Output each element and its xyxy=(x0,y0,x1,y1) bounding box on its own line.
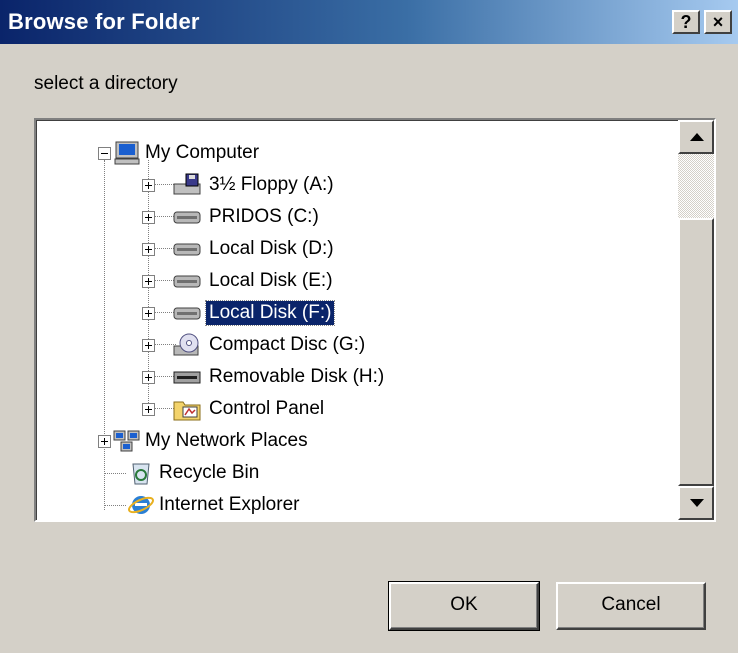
title-bar[interactable]: Browse for Folder ? × xyxy=(0,0,738,44)
tree-item-label: Removable Disk (H:) xyxy=(209,366,385,387)
expand-toggle[interactable] xyxy=(98,435,111,448)
hard-drive-icon xyxy=(173,243,201,256)
hard-drive-icon xyxy=(173,211,201,224)
tree-item-internet-explorer[interactable]: Internet Explorer xyxy=(36,490,636,520)
tree-item-drive-c[interactable]: PRIDOS (C:) xyxy=(36,202,636,232)
help-button[interactable]: ? xyxy=(672,10,700,34)
expand-toggle[interactable] xyxy=(142,211,155,224)
tree-item-control-panel[interactable]: Control Panel xyxy=(36,394,636,424)
arrow-down-icon xyxy=(690,499,704,507)
tree-item-label: PRIDOS (C:) xyxy=(209,206,319,227)
browse-for-folder-dialog: Browse for Folder ? × select a directory… xyxy=(0,0,738,653)
ok-button[interactable]: OK xyxy=(388,581,540,631)
tree-item-label: Local Disk (D:) xyxy=(209,238,334,259)
tree-item-label: My Computer xyxy=(145,142,260,163)
tree-item-drive-d[interactable]: Local Disk (D:) xyxy=(36,234,636,264)
expand-toggle[interactable] xyxy=(142,371,155,384)
expand-toggle[interactable] xyxy=(142,275,155,288)
tree-item-drive-h[interactable]: Removable Disk (H:) xyxy=(36,362,636,392)
network-places-icon xyxy=(113,430,140,452)
tree-item-drive-f[interactable]: Local Disk (F:) xyxy=(36,298,636,328)
expand-toggle[interactable] xyxy=(142,307,155,320)
hard-drive-icon xyxy=(173,275,201,288)
tree-item-label: Local Disk (E:) xyxy=(209,270,333,291)
scroll-down-button[interactable] xyxy=(678,486,714,520)
tree-item-my-computer[interactable]: My Computer xyxy=(36,138,636,168)
computer-icon xyxy=(114,141,140,165)
expand-toggle[interactable] xyxy=(142,243,155,256)
tree-item-label: Recycle Bin xyxy=(159,462,260,483)
window-title: Browse for Folder xyxy=(8,9,200,34)
control-panel-icon xyxy=(173,401,201,421)
tree-item-label: Control Panel xyxy=(209,398,325,419)
tree-item-label: My Network Places xyxy=(145,430,308,451)
expand-toggle[interactable] xyxy=(142,179,155,192)
scroll-thumb[interactable] xyxy=(678,218,714,486)
recycle-bin-icon xyxy=(132,463,150,485)
tree-item-drive-g[interactable]: Compact Disc (G:) xyxy=(36,330,636,360)
arrow-up-icon xyxy=(690,133,704,141)
tree-item-network-places[interactable]: My Network Places xyxy=(36,426,636,456)
expand-toggle[interactable] xyxy=(142,339,155,352)
tree-item-label-selected: Local Disk (F:) xyxy=(204,300,336,326)
removable-drive-icon xyxy=(173,371,201,384)
tree-item-drive-e[interactable]: Local Disk (E:) xyxy=(36,266,636,296)
tree-item-drive-a[interactable]: 3½ Floppy (A:) xyxy=(36,170,636,200)
close-button[interactable]: × xyxy=(704,10,732,34)
hard-drive-icon xyxy=(173,307,201,320)
collapse-toggle[interactable] xyxy=(98,147,111,160)
expand-toggle[interactable] xyxy=(142,403,155,416)
scroll-up-button[interactable] xyxy=(678,120,714,154)
prompt-text: select a directory xyxy=(34,73,178,94)
vertical-scrollbar[interactable] xyxy=(678,120,714,520)
tree-item-label: 3½ Floppy (A:) xyxy=(209,174,334,195)
cd-drive-icon xyxy=(173,333,199,356)
floppy-drive-icon xyxy=(173,173,201,195)
folder-tree[interactable]: My Computer 3½ Floppy (A:) PRIDOS (C:) L… xyxy=(34,118,716,522)
scroll-track[interactable] xyxy=(678,154,714,218)
tree-item-recycle-bin[interactable]: Recycle Bin xyxy=(36,458,636,488)
tree-item-label: Internet Explorer xyxy=(159,494,300,515)
tree-item-label: Compact Disc (G:) xyxy=(209,334,366,355)
cancel-button[interactable]: Cancel xyxy=(556,582,706,630)
internet-explorer-icon xyxy=(128,496,154,514)
